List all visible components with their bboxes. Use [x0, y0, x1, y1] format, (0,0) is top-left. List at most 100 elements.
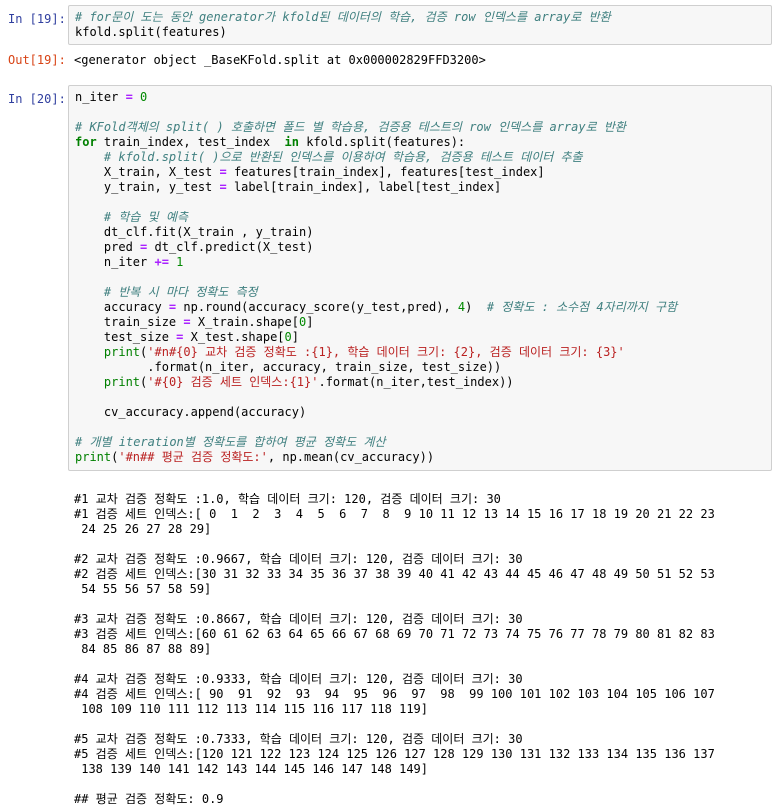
out-prompt: Out[19]:	[8, 53, 66, 67]
code-token: X_test.shape[	[183, 330, 285, 344]
code-line: train_size = X_train.shape[0]	[75, 315, 765, 330]
code-input-area[interactable]: # for문이 도는 동안 generator가 kfold된 데이터의 학습,…	[68, 5, 772, 45]
code-token: kfold.split(features):	[298, 135, 466, 149]
code-token: print	[75, 375, 141, 389]
stdout-line: #5 교차 검증 정확도 :0.7333, 학습 데이터 크기: 120, 검증…	[74, 732, 523, 746]
cell-output: <generator object _BaseKFold.split at 0x…	[74, 53, 486, 67]
code-token: pred	[75, 240, 141, 254]
code-token: features[train_index], features[test_ind…	[226, 165, 545, 179]
code-token: label[train_index], label[test_index]	[226, 180, 502, 194]
stdout-line	[74, 537, 715, 552]
code-editor[interactable]: n_iter = 0 # KFold객체의 split( ) 호출하면 폴드 별 …	[69, 86, 771, 469]
stdout-line: 24 25 26 27 28 29]	[74, 522, 212, 536]
code-token: n_iter	[75, 255, 155, 269]
code-token: train_index, test_index	[96, 135, 285, 149]
stdout-line: #2 교차 검증 정확도 :0.9667, 학습 데이터 크기: 120, 검증…	[74, 552, 523, 566]
code-line: # 개별 iteration별 정확도를 합하여 평균 정확도 계산	[75, 435, 765, 450]
code-line: accuracy = np.round(accuracy_score(y_tes…	[75, 300, 765, 315]
code-line: # 학습 및 예측	[75, 210, 765, 225]
code-line: cv_accuracy.append(accuracy)	[75, 405, 765, 420]
stdout-line: 108 109 110 111 112 113 114 115 116 117 …	[74, 702, 429, 716]
code-token: # 개별 iteration별 정확도를 합하여 평균 정확도 계산	[75, 435, 386, 449]
code-token: n_iter	[75, 90, 126, 104]
code-line: pred = dt_clf.predict(X_test)	[75, 240, 765, 255]
code-token: =	[125, 90, 133, 104]
code-line: n_iter += 1	[75, 255, 765, 270]
code-token: , np.mean(cv_accuracy))	[267, 450, 435, 464]
stdout-line: #5 검증 세트 인덱스:[120 121 122 123 124 125 12…	[74, 747, 715, 761]
code-token: dt_clf.predict(X_test)	[147, 240, 314, 254]
code-line: kfold.split(features)	[75, 25, 765, 40]
code-token: =	[219, 180, 227, 194]
code-token: '#n## 평균 검증 정확도:'	[118, 450, 268, 464]
stdout-line	[74, 597, 715, 612]
code-line: test_size = X_test.shape[0]	[75, 330, 765, 345]
notebook-cell-19[interactable]: In [19]: # for문이 도는 동안 generator가 kfold된…	[0, 0, 784, 80]
stdout-line: 138 139 140 141 142 143 144 145 146 147 …	[74, 762, 429, 776]
code-input-area[interactable]: n_iter = 0 # KFold객체의 split( ) 호출하면 폴드 별 …	[68, 85, 772, 471]
code-token: ]	[291, 330, 300, 344]
code-token: test_size	[75, 330, 177, 344]
stdout-line: #2 검증 세트 인덱스:[30 31 32 33 34 35 36 37 38…	[74, 567, 715, 581]
code-token: 1	[168, 255, 184, 269]
code-line: print('#{0} 검증 세트 인덱스:{1}'.format(n_iter…	[75, 375, 765, 390]
stdout-line: #1 교차 검증 정확도 :1.0, 학습 데이터 크기: 120, 검증 데이…	[74, 492, 501, 506]
code-line: .format(n_iter, accuracy, train_size, te…	[75, 360, 765, 375]
code-token: in	[284, 135, 299, 149]
code-token: .format(n_iter, accuracy, train_size, te…	[75, 360, 502, 374]
code-token: # 반복 시 마다 정확도 측정	[75, 285, 258, 299]
code-line: # for문이 도는 동안 generator가 kfold된 데이터의 학습,…	[75, 10, 765, 25]
code-token: for	[75, 135, 97, 149]
code-token: cv_accuracy.append(accuracy)	[75, 405, 307, 419]
code-line: # kfold.split( )으로 반환된 인덱스를 이용하여 학습용, 검증…	[75, 150, 765, 165]
code-token: train_size	[75, 315, 184, 329]
code-token: ]	[306, 315, 314, 329]
code-token: =	[183, 315, 191, 329]
code-token: '#{0} 검증 세트 인덱스:{1}'	[147, 375, 319, 389]
code-line: dt_clf.fit(X_train , y_train)	[75, 225, 765, 240]
stdout-line: 54 55 56 57 58 59]	[74, 582, 212, 596]
stdout-line: #1 검증 세트 인덱스:[ 0 1 2 3 4 5 6 7 8 9 10 11…	[74, 507, 715, 521]
in-prompt: In [19]:	[8, 12, 66, 26]
code-token: # 정확도 : 소수점 4자리까지 구함	[486, 300, 678, 314]
code-token: # KFold객체의 split( ) 호출하면 폴드 별 학습용, 검증용 테…	[75, 120, 626, 134]
code-token: # for문이 도는 동안 generator가 kfold된 데이터의 학습,…	[75, 10, 611, 24]
code-line: # 반복 시 마다 정확도 측정	[75, 285, 765, 300]
code-token: =	[219, 165, 227, 179]
stdout-line: #3 검증 세트 인덱스:[60 61 62 63 64 65 66 67 68…	[74, 627, 715, 641]
code-line: print('#n#{0} 교차 검증 정확도 :{1}, 학습 데이터 크기:…	[75, 345, 765, 360]
code-token: np.round(accuracy_score(y_test,pred),	[176, 300, 458, 314]
code-token: dt_clf.fit(X_train , y_train)	[75, 225, 314, 239]
code-token: X_train.shape[	[190, 315, 299, 329]
code-token: # 학습 및 예측	[75, 210, 188, 224]
code-line: X_train, X_test = features[train_index],…	[75, 165, 765, 180]
code-line: y_train, y_test = label[train_index], la…	[75, 180, 765, 195]
stdout-line: 84 85 86 87 88 89]	[74, 642, 212, 656]
stdout-line	[74, 657, 715, 672]
stdout-line: #4 교차 검증 정확도 :0.9333, 학습 데이터 크기: 120, 검증…	[74, 672, 523, 686]
in-prompt: In [20]:	[8, 92, 66, 106]
cell-stdout: #1 교차 검증 정확도 :1.0, 학습 데이터 크기: 120, 검증 데이…	[74, 492, 715, 807]
stdout-line	[74, 777, 715, 792]
code-token: X_train, X_test	[75, 165, 220, 179]
code-token: 0	[132, 90, 148, 104]
code-token: .format(n_iter,test_index))	[318, 375, 514, 389]
code-token: +=	[154, 255, 169, 269]
code-token: # kfold.split( )으로 반환된 인덱스를 이용하여 학습용, 검증…	[75, 150, 583, 164]
code-line: print('#n## 평균 검증 정확도:', np.mean(cv_accu…	[75, 450, 765, 465]
code-token: accuracy	[75, 300, 169, 314]
code-line: # KFold객체의 split( ) 호출하면 폴드 별 학습용, 검증용 테…	[75, 120, 765, 135]
code-token: 0	[284, 330, 292, 344]
code-token: y_train, y_test	[75, 180, 220, 194]
code-editor[interactable]: # for문이 도는 동안 generator가 kfold된 데이터의 학습,…	[69, 6, 771, 44]
code-token: print	[75, 450, 112, 464]
code-line: n_iter = 0	[75, 90, 765, 105]
code-token: '#n#{0} 교차 검증 정확도 :{1}, 학습 데이터 크기: {2}, …	[147, 345, 625, 359]
stdout-line: ## 평균 검증 정확도: 0.9	[74, 792, 224, 806]
stdout-line: #3 교차 검증 정확도 :0.8667, 학습 데이터 크기: 120, 검증…	[74, 612, 523, 626]
stdout-line	[74, 717, 715, 732]
